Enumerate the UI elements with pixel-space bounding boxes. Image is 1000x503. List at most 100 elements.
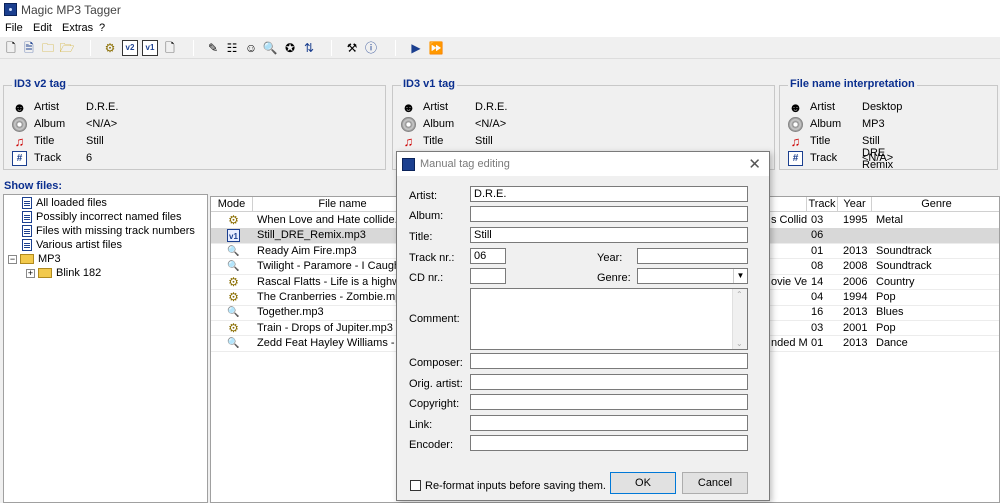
info-icon[interactable]: ⓘ <box>363 40 379 56</box>
people-icon[interactable]: ☺ <box>243 40 259 56</box>
track-cell: 03 <box>811 214 824 226</box>
field-label: Album <box>34 118 66 130</box>
open-file-icon[interactable]: 🗎 <box>21 40 37 56</box>
v2-tag-button[interactable]: v2 <box>122 40 138 56</box>
cd-input[interactable] <box>470 268 506 284</box>
collapse-icon[interactable]: − <box>8 255 17 264</box>
filename-panel: File name interpretation ☻ Artist Desktop … <box>779 78 998 171</box>
expand-icon[interactable]: + <box>26 269 35 278</box>
reformat-checkbox[interactable] <box>410 480 421 491</box>
scroll-up-icon[interactable]: ⌃ <box>736 290 743 299</box>
music-note-icon: ♫ <box>14 134 25 149</box>
magnifier-icon: 🔍 <box>227 245 240 257</box>
album-disc-icon <box>788 117 803 132</box>
id3v2-title: ID3 v2 tag <box>12 78 68 90</box>
comment-textarea[interactable] <box>470 288 748 350</box>
tree-item-all-loaded[interactable]: All loaded files <box>22 197 107 211</box>
link-input[interactable] <box>470 415 748 431</box>
column-header-track[interactable]: Track <box>807 197 838 212</box>
id3v1-title: ID3 v1 tag <box>401 78 457 90</box>
comment-label: Comment: <box>409 313 460 325</box>
gear-icon: ⚙ <box>228 290 239 304</box>
tree-item-blink182-folder[interactable]: + Blink 182 <box>26 267 101 281</box>
encoder-input[interactable] <box>470 435 748 451</box>
window-title: Magic MP3 Tagger <box>21 3 121 17</box>
music-note-icon: ♫ <box>790 134 801 149</box>
tree-item-missing-track[interactable]: Files with missing track numbers <box>22 225 195 239</box>
field-label: Track <box>810 152 838 164</box>
field-value: <N/A> <box>862 152 894 164</box>
genre-label: Genre: <box>597 272 631 284</box>
folder-icon <box>20 254 34 264</box>
edit-pencil-icon[interactable]: ✎ <box>205 40 221 56</box>
open-folder-icon[interactable]: 🗀 <box>40 40 56 56</box>
show-files-label: Show files: <box>4 180 63 192</box>
genre-cell: Soundtrack <box>876 260 932 273</box>
genre-select[interactable] <box>637 268 748 284</box>
genre-cell: Pop <box>876 321 896 334</box>
year-label: Year: <box>597 252 623 264</box>
toolbar: 🗋 🗎 🗀 🗁 ⚙ v2 v1 🗋 ✎ ☷ ☺ 🔍 ✪ ⇅ ⚒ ⓘ ▶ ⏩ <box>0 37 1000 59</box>
tree-item-incorrect-named[interactable]: Possibly incorrect named files <box>22 211 182 225</box>
composer-input[interactable] <box>470 353 748 369</box>
tree-item-label: Blink 182 <box>56 267 102 279</box>
play-icon[interactable]: ▶ <box>408 40 424 56</box>
sort-icon[interactable]: ⇅ <box>301 40 317 56</box>
rename-icon[interactable]: ☷ <box>224 40 240 56</box>
artist-icon: ☻ <box>12 100 27 115</box>
chevron-down-icon[interactable]: ▼ <box>733 269 747 283</box>
magnifier-icon: 🔍 <box>227 338 240 350</box>
close-icon[interactable]: ✕ <box>748 155 761 173</box>
v1-tag-button[interactable]: v1 <box>142 40 158 56</box>
menu-extras[interactable]: Extras <box>62 22 93 34</box>
tree-item-various-artist[interactable]: Various artist files <box>22 239 122 253</box>
field-label: Title <box>810 135 831 147</box>
track-cell: 01 <box>811 337 824 350</box>
menu-help[interactable]: ? <box>99 22 105 34</box>
album-input[interactable] <box>470 206 748 222</box>
column-header-mode[interactable]: Mode <box>211 197 253 212</box>
blank-doc-icon[interactable]: 🗋 <box>162 40 178 56</box>
folders-icon[interactable]: 🗁 <box>59 40 75 56</box>
tree-item-mp3-folder[interactable]: − MP3 <box>8 253 61 267</box>
track-cell: 04 <box>811 291 824 303</box>
menu-edit[interactable]: Edit <box>33 22 52 34</box>
gear-icon: ⚙ <box>228 274 239 289</box>
comment-scrollbar[interactable]: ⌃ ⌄ <box>732 289 747 349</box>
genre-cell: Pop <box>876 291 896 303</box>
orig-artist-label: Orig. artist: <box>409 378 463 390</box>
field-value: Desktop <box>862 101 903 113</box>
auto-tag-icon[interactable]: ⚙ <box>102 40 118 56</box>
orig-artist-input[interactable] <box>470 374 748 390</box>
new-doc-icon[interactable]: 🗋 <box>3 40 19 56</box>
genre-cell: Dance <box>876 337 908 350</box>
id3v2-panel: ID3 v2 tag ☻ Artist D.R.E. Album <N/A> ♫ Tit… <box>3 78 386 170</box>
tools-icon[interactable]: ⚒ <box>344 40 360 56</box>
field-value: 6 <box>86 152 93 164</box>
settings-icon[interactable]: ✪ <box>282 40 298 56</box>
column-header-genre[interactable]: Genre <box>872 197 999 212</box>
fast-forward-icon[interactable]: ⏩ <box>428 40 444 56</box>
tree-item-label: Files with missing track numbers <box>36 225 195 237</box>
find-icon[interactable]: 🔍 <box>262 40 278 56</box>
tree-item-label: Various artist files <box>36 239 122 251</box>
year-cell: 2013 <box>843 244 868 257</box>
cancel-button[interactable]: Cancel <box>682 472 748 494</box>
menu-file[interactable]: File <box>5 22 23 34</box>
title-input[interactable]: Still <box>470 227 748 243</box>
artist-input[interactable]: D.R.E. <box>470 186 748 202</box>
tree-item-label: Possibly incorrect named files <box>36 211 182 223</box>
copyright-input[interactable] <box>470 394 748 410</box>
scroll-down-icon[interactable]: ⌄ <box>736 339 743 348</box>
dialog-title: Manual tag editing <box>420 158 510 170</box>
track-input[interactable]: 06 <box>470 248 506 264</box>
ok-button[interactable]: OK <box>610 472 676 494</box>
column-header-year[interactable]: Year <box>838 197 872 212</box>
field-label: Artist <box>423 101 449 113</box>
year-cell: 1994 <box>843 291 868 303</box>
field-label: Artist <box>810 101 836 113</box>
field-label: Track <box>34 152 62 164</box>
year-input[interactable] <box>637 248 748 264</box>
track-hash-icon: # <box>12 151 27 166</box>
field-value: D.R.E. <box>86 101 119 113</box>
